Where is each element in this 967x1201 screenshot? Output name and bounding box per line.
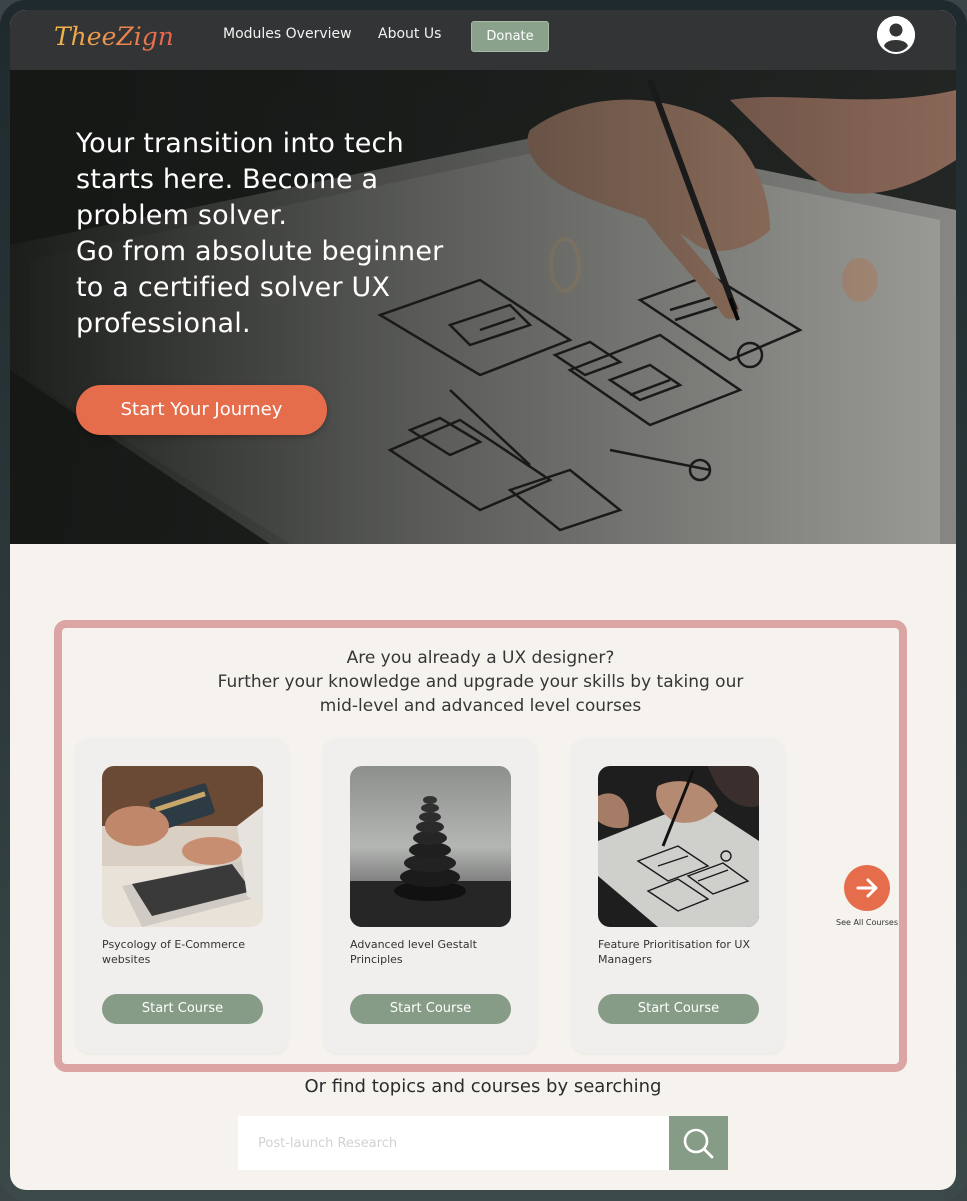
advanced-courses-panel: Are you already a UX designer? Further y… <box>54 620 907 1072</box>
search-button[interactable] <box>669 1116 728 1170</box>
search-input[interactable] <box>238 1116 670 1170</box>
course-title: Psycology of E-Commerce websites <box>102 938 245 966</box>
course-thumbnail-gestalt <box>350 766 511 927</box>
hero-line: to a certified solver UX <box>76 272 391 303</box>
course-title: Feature Prioritisation for UX Managers <box>598 938 751 966</box>
hero-section: Your transition into tech starts here. B… <box>10 70 956 544</box>
course-title: Advanced level Gestalt Principles <box>350 938 477 966</box>
start-course-button[interactable]: Start Course <box>598 994 759 1024</box>
hero-line: Your transition into tech <box>76 128 404 159</box>
hero-line: starts here. Become a <box>76 164 379 195</box>
screen: TheeZign Modules Overview About Us Donat… <box>10 10 956 1190</box>
panel-heading-line: Are you already a UX designer? <box>346 648 615 668</box>
panel-heading-line: Further your knowledge and upgrade your … <box>217 672 744 692</box>
course-card: Psycology of E-Commerce websites Start C… <box>76 738 288 1053</box>
donate-button[interactable]: Donate <box>471 21 549 52</box>
start-journey-button[interactable]: Start Your Journey <box>76 385 327 435</box>
logo[interactable]: TheeZign <box>54 22 174 51</box>
search-heading: Or find topics and courses by searching <box>304 1076 662 1097</box>
user-circle-icon[interactable] <box>877 16 915 54</box>
course-thumbnail-prioritisation <box>598 766 759 927</box>
nav-about-us[interactable]: About Us <box>378 26 441 42</box>
panel-heading-line: mid-level and advanced level courses <box>319 696 642 716</box>
panel-heading: Are you already a UX designer? Further y… <box>62 646 899 718</box>
see-all-courses-link[interactable]: See All Courses <box>832 865 902 927</box>
course-card: Advanced level Gestalt Principles Start … <box>324 738 536 1053</box>
hero-line: problem solver. <box>76 200 288 231</box>
hero-line: professional. <box>76 308 251 339</box>
see-all-courses-label[interactable]: See All Courses <box>832 918 902 927</box>
hero-title: Your transition into tech starts here. B… <box>76 126 496 342</box>
search-icon[interactable] <box>669 1116 728 1170</box>
nav-modules-overview[interactable]: Modules Overview <box>223 26 352 42</box>
arrow-right-icon[interactable] <box>844 865 890 911</box>
hero-line: Go from absolute beginner <box>76 236 444 267</box>
device-frame: TheeZign Modules Overview About Us Donat… <box>0 0 967 1201</box>
start-course-button[interactable]: Start Course <box>102 994 263 1024</box>
top-nav: TheeZign Modules Overview About Us Donat… <box>10 10 956 70</box>
start-course-button[interactable]: Start Course <box>350 994 511 1024</box>
course-card: Feature Prioritisation for UX Managers S… <box>572 738 784 1053</box>
course-thumbnail-ecommerce <box>102 766 263 927</box>
